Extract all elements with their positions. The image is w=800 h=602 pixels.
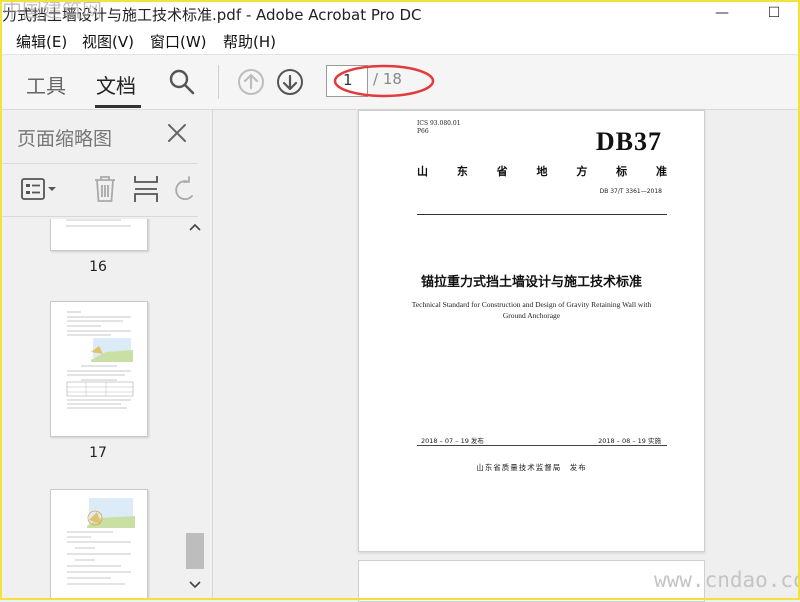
menu-edit[interactable]: 编辑(E) — [16, 31, 67, 52]
thumbnail-label: 16 — [89, 259, 107, 275]
toolbar: 工具 文档 1 / 18 — [2, 55, 798, 110]
undo-icon[interactable] — [172, 174, 198, 204]
minimize-button[interactable]: — — [702, 2, 742, 24]
watermark-bottom-right: www.cndao.com — [654, 568, 800, 592]
menu-help[interactable]: 帮助(H) — [223, 31, 276, 52]
header-rule — [417, 214, 667, 215]
page-thumbnails-panel: 页面缩略图 16 17 — [2, 110, 213, 599]
close-icon[interactable] — [166, 122, 188, 144]
maximize-button[interactable]: ☐ — [754, 2, 794, 24]
tab-document[interactable]: 文档 — [96, 70, 136, 99]
panel-title: 页面缩略图 — [17, 128, 113, 150]
thumbnail-list: 16 17 — [2, 219, 184, 599]
issuer: 山东省质量技术监督局 发布 — [476, 463, 587, 472]
document-viewer[interactable]: ICS 93.080.01 P66 DB37 山 东 省 地 方 标 准 DB … — [213, 110, 798, 602]
document-title-english: Technical Standard for Construction and … — [411, 300, 652, 320]
publish-date: 2018 – 07 – 19 发布 — [421, 437, 484, 445]
menu-window[interactable]: 窗口(W) — [150, 31, 207, 52]
previous-page-icon[interactable] — [237, 68, 265, 96]
province-heading: 山 东 省 地 方 标 准 — [417, 165, 667, 178]
scroll-up-icon[interactable] — [189, 223, 201, 231]
thumbnail-scrollbar[interactable] — [186, 219, 204, 597]
page-thumbnail[interactable] — [50, 219, 148, 251]
menu-bar: 编辑(E) 视图(V) 窗口(W) 帮助(H) — [2, 26, 798, 55]
search-icon[interactable] — [168, 68, 196, 96]
watermark-top-left: 中国建筑网 — [2, 0, 102, 22]
page-thumbnail[interactable] — [50, 301, 148, 437]
thumbnail-label: 17 — [89, 445, 107, 461]
active-tab-indicator — [95, 105, 141, 108]
tab-tools[interactable]: 工具 — [26, 70, 66, 99]
document-title: 锚拉重力式挡土墙设计与施工技术标准 — [420, 275, 642, 290]
date-row: 2018 – 07 – 19 发布 2018 – 08 – 19 实施 — [421, 435, 661, 445]
date-rule — [417, 445, 667, 446]
standard-code: DB37 — [595, 127, 662, 156]
effective-date: 2018 – 08 – 19 实施 — [598, 437, 661, 445]
menu-view[interactable]: 视图(V) — [82, 31, 134, 52]
document-page: ICS 93.080.01 P66 DB37 山 东 省 地 方 标 准 DB … — [358, 110, 705, 552]
standard-number: DB 37/T 3361—2018 — [599, 188, 662, 195]
scrollbar-thumb[interactable] — [186, 533, 204, 569]
page-thumbnail[interactable] — [50, 489, 148, 599]
next-page-icon[interactable] — [276, 68, 304, 96]
next-document-page — [358, 560, 705, 602]
panel-divider — [2, 216, 198, 217]
delete-page-icon[interactable] — [92, 174, 118, 204]
ics-code: ICS 93.080.01 P66 — [417, 120, 461, 135]
title-bar: 力式挡土墙设计与施工技术标准.pdf - Adobe Acrobat Pro D… — [2, 2, 798, 26]
red-annotation-ellipse — [333, 64, 435, 98]
scroll-down-icon[interactable] — [189, 581, 201, 589]
toolbar-separator — [218, 65, 219, 99]
insert-page-icon[interactable] — [132, 174, 160, 204]
panel-divider — [2, 163, 198, 164]
thumbnail-options-icon[interactable] — [20, 176, 60, 202]
